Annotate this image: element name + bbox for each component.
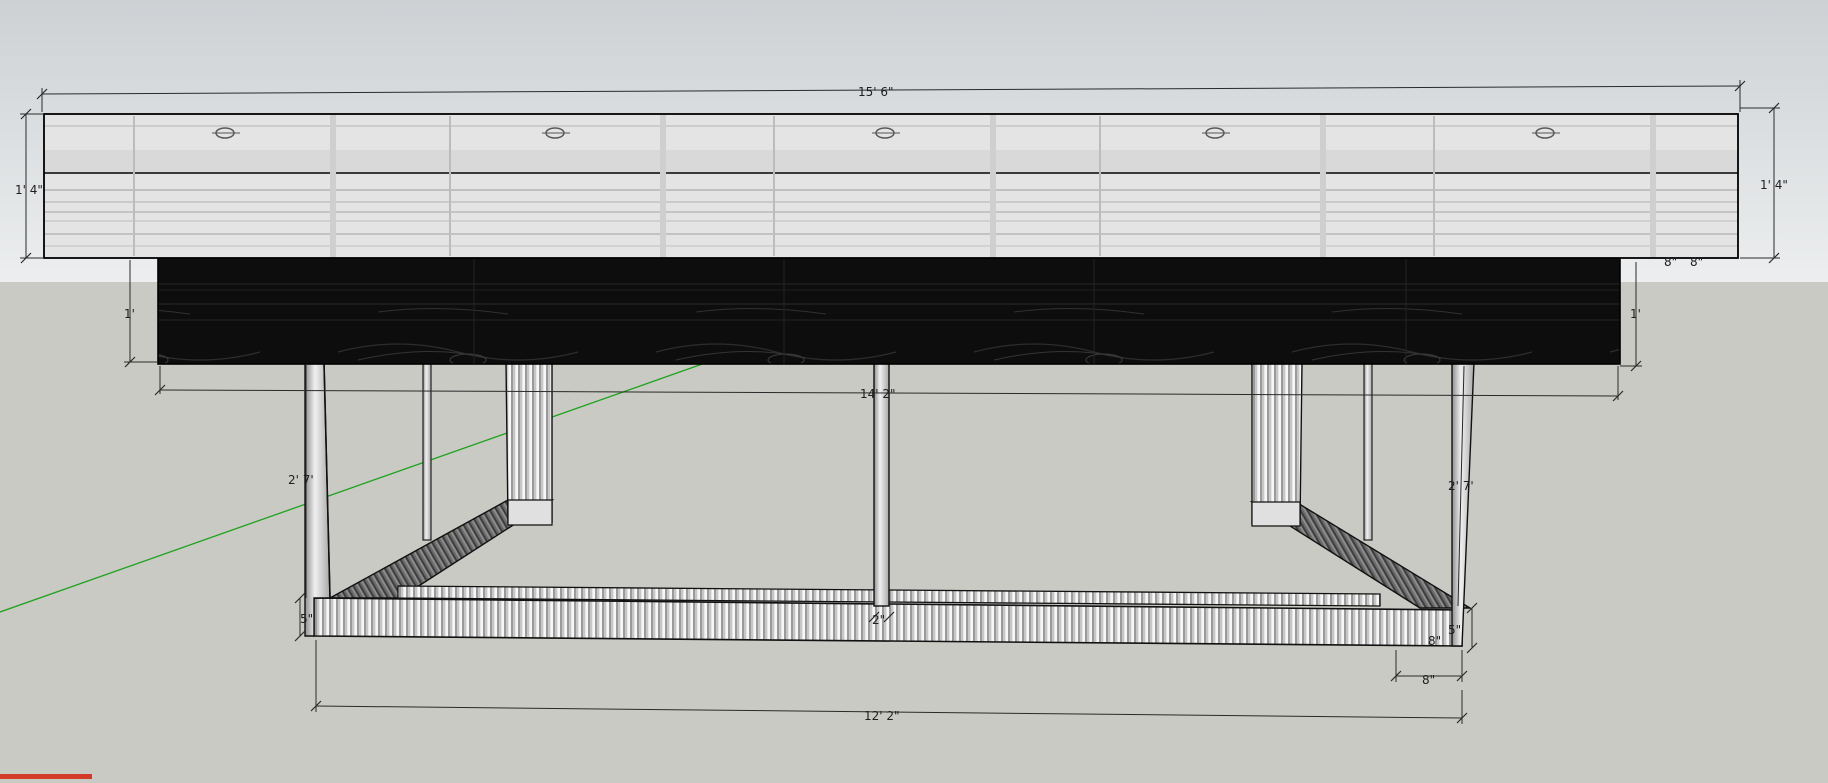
dim-top-height-right: 1' 4"	[1760, 178, 1788, 192]
dim-leg-height-left: 2' 7'	[288, 473, 314, 487]
rear-leg-right	[1251, 361, 1303, 525]
dim-box-height-left: 1'	[124, 307, 135, 321]
dim-right-leg-depth: 8"	[1428, 634, 1441, 648]
rear-leg-right-cap	[1251, 501, 1301, 527]
dim-base-height-left: 5"	[300, 612, 313, 626]
rear-leg-left	[505, 361, 553, 523]
dim-box-height-right: 1'	[1630, 307, 1641, 321]
red-axis-marker	[0, 774, 92, 779]
dim-base-depth: 8"	[1422, 673, 1435, 687]
dim-center-post-width: 2"	[872, 613, 885, 627]
dim-top-height-left: 1' 4"	[15, 183, 43, 197]
dim-base-height-right: 5"	[1448, 623, 1461, 637]
back-post-right	[1363, 361, 1373, 541]
top-cap	[43, 113, 1739, 259]
dim-box-length: 14' 2"	[860, 387, 896, 401]
dim-base-length: 12' 2"	[864, 709, 900, 723]
sketchup-viewport[interactable]: 15' 6" 1' 4" 1' 4" 8" 8" 1' 1' 14' 2" 2'…	[0, 0, 1828, 779]
dim-top-length: 15' 6"	[858, 85, 894, 99]
rear-leg-left-cap	[507, 499, 553, 526]
model-drawing: 15' 6" 1' 4" 1' 4" 8" 8" 1' 1' 14' 2" 2'…	[0, 0, 1828, 779]
back-post-left	[422, 361, 432, 541]
dim-corner-mark-2: 8"	[1690, 255, 1703, 269]
dim-corner-mark-1: 8"	[1664, 255, 1677, 269]
planter-box	[157, 257, 1621, 365]
dim-leg-height-right: 2' 7'	[1448, 479, 1474, 493]
